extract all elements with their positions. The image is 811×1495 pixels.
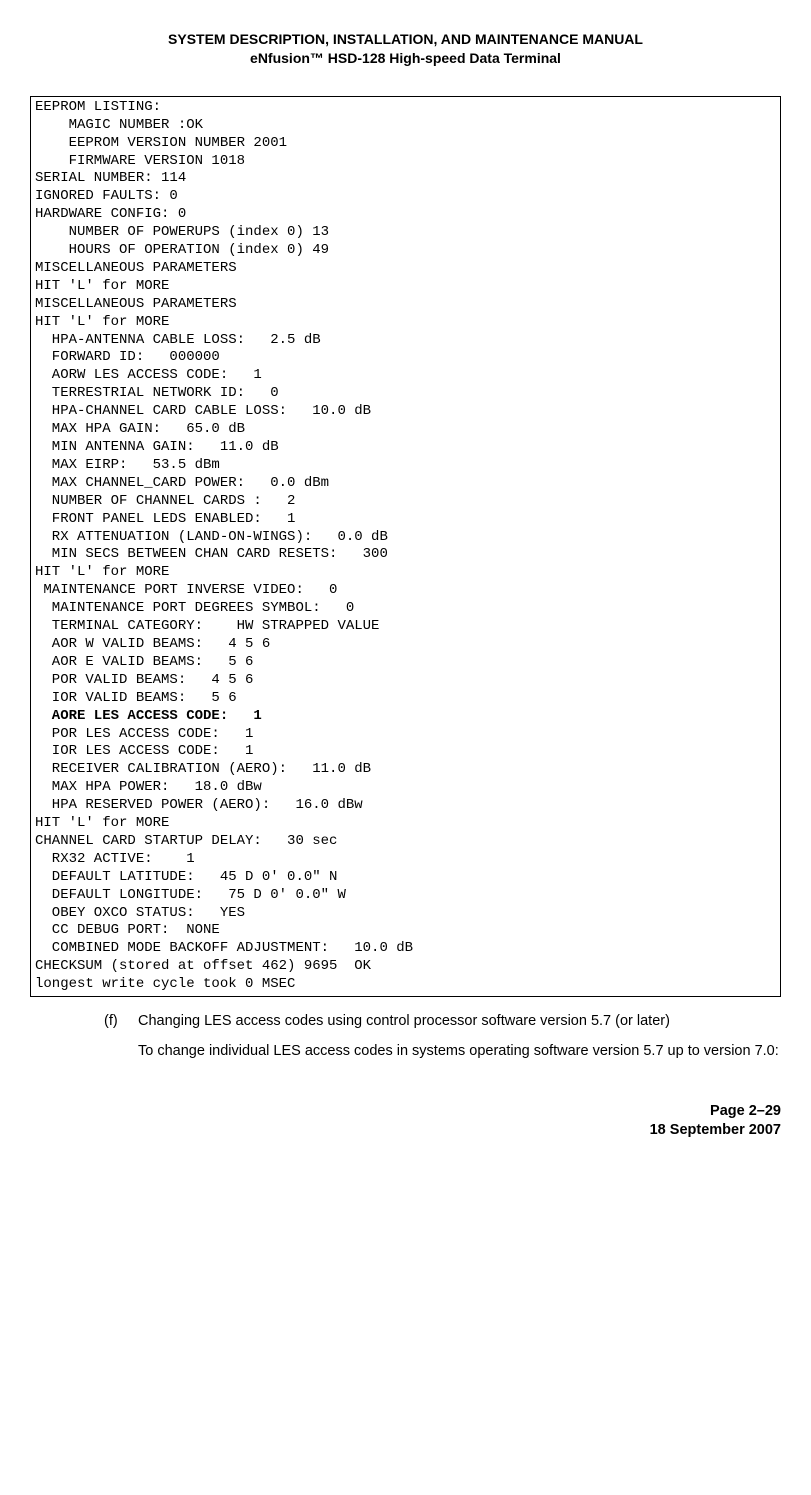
terminal-line: AORE LES ACCESS CODE: 1	[35, 708, 776, 726]
terminal-line: MAINTENANCE PORT DEGREES SYMBOL: 0	[35, 600, 776, 618]
terminal-line: HIT 'L' for MORE	[35, 278, 776, 296]
terminal-line: longest write cycle took 0 MSEC	[35, 976, 776, 994]
terminal-line: HPA-ANTENNA CABLE LOSS: 2.5 dB	[35, 332, 776, 350]
page-footer: Page 2–29 18 September 2007	[30, 1102, 781, 1141]
terminal-line: DEFAULT LONGITUDE: 75 D 0' 0.0" W	[35, 887, 776, 905]
terminal-line: IOR VALID BEAMS: 5 6	[35, 690, 776, 708]
terminal-line: HIT 'L' for MORE	[35, 314, 776, 332]
terminal-line: AORW LES ACCESS CODE: 1	[35, 367, 776, 385]
terminal-line: MIN SECS BETWEEN CHAN CARD RESETS: 300	[35, 546, 776, 564]
terminal-line: MAGIC NUMBER :OK	[35, 117, 776, 135]
terminal-line: HPA-CHANNEL CARD CABLE LOSS: 10.0 dB	[35, 403, 776, 421]
terminal-line: CC DEBUG PORT: NONE	[35, 922, 776, 940]
terminal-line: HIT 'L' for MORE	[35, 815, 776, 833]
terminal-line: FORWARD ID: 000000	[35, 349, 776, 367]
footer-date: 18 September 2007	[30, 1121, 781, 1141]
header-line1: SYSTEM DESCRIPTION, INSTALLATION, AND MA…	[30, 30, 781, 49]
terminal-line: TERRESTRIAL NETWORK ID: 0	[35, 385, 776, 403]
instruction-marker: (f)	[104, 1011, 138, 1031]
terminal-line: AOR E VALID BEAMS: 5 6	[35, 654, 776, 672]
terminal-line: MAINTENANCE PORT INVERSE VIDEO: 0	[35, 582, 776, 600]
page-header: SYSTEM DESCRIPTION, INSTALLATION, AND MA…	[30, 30, 781, 68]
terminal-line: MAX CHANNEL_CARD POWER: 0.0 dBm	[35, 475, 776, 493]
terminal-line: FRONT PANEL LEDS ENABLED: 1	[35, 511, 776, 529]
instruction-item: (f) Changing LES access codes using cont…	[104, 1011, 781, 1031]
terminal-line: NUMBER OF CHANNEL CARDS : 2	[35, 493, 776, 511]
terminal-line: MISCELLANEOUS PARAMETERS	[35, 296, 776, 314]
terminal-line: AOR W VALID BEAMS: 4 5 6	[35, 636, 776, 654]
terminal-line: IOR LES ACCESS CODE: 1	[35, 743, 776, 761]
terminal-line: OBEY OXCO STATUS: YES	[35, 905, 776, 923]
footer-page: Page 2–29	[30, 1102, 781, 1122]
terminal-line: HOURS OF OPERATION (index 0) 49	[35, 242, 776, 260]
terminal-line: EEPROM VERSION NUMBER 2001	[35, 135, 776, 153]
terminal-line: POR LES ACCESS CODE: 1	[35, 726, 776, 744]
terminal-line: POR VALID BEAMS: 4 5 6	[35, 672, 776, 690]
terminal-line: MIN ANTENNA GAIN: 11.0 dB	[35, 439, 776, 457]
terminal-line: HIT 'L' for MORE	[35, 564, 776, 582]
terminal-line: CHECKSUM (stored at offset 462) 9695 OK	[35, 958, 776, 976]
terminal-line: MAX EIRP: 53.5 dBm	[35, 457, 776, 475]
terminal-line: CHANNEL CARD STARTUP DELAY: 30 sec	[35, 833, 776, 851]
terminal-line: MISCELLANEOUS PARAMETERS	[35, 260, 776, 278]
terminal-line: RECEIVER CALIBRATION (AERO): 11.0 dB	[35, 761, 776, 779]
terminal-line: COMBINED MODE BACKOFF ADJUSTMENT: 10.0 d…	[35, 940, 776, 958]
terminal-line: RX32 ACTIVE: 1	[35, 851, 776, 869]
terminal-line: EEPROM LISTING:	[35, 99, 776, 117]
terminal-line: FIRMWARE VERSION 1018	[35, 153, 776, 171]
instruction-para1: Changing LES access codes using control …	[138, 1011, 781, 1031]
terminal-line: MAX HPA POWER: 18.0 dBw	[35, 779, 776, 797]
terminal-line: MAX HPA GAIN: 65.0 dB	[35, 421, 776, 439]
instruction-para2: To change individual LES access codes in…	[138, 1041, 781, 1061]
terminal-line: NUMBER OF POWERUPS (index 0) 13	[35, 224, 776, 242]
terminal-line: DEFAULT LATITUDE: 45 D 0' 0.0" N	[35, 869, 776, 887]
terminal-line: TERMINAL CATEGORY: HW STRAPPED VALUE	[35, 618, 776, 636]
header-line2: eNfusion™ HSD-128 High-speed Data Termin…	[30, 49, 781, 68]
terminal-output: EEPROM LISTING: MAGIC NUMBER :OK EEPROM …	[30, 96, 781, 997]
terminal-line: SERIAL NUMBER: 114	[35, 170, 776, 188]
terminal-line: HARDWARE CONFIG: 0	[35, 206, 776, 224]
terminal-line: IGNORED FAULTS: 0	[35, 188, 776, 206]
terminal-line: RX ATTENUATION (LAND-ON-WINGS): 0.0 dB	[35, 529, 776, 547]
terminal-line: HPA RESERVED POWER (AERO): 16.0 dBw	[35, 797, 776, 815]
